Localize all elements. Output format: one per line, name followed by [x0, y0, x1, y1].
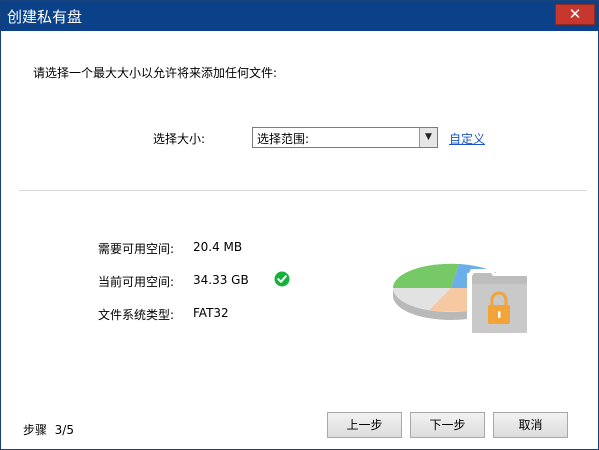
size-select-value: 选择范围: [257, 132, 310, 146]
size-label: 选择大小: [153, 132, 206, 146]
current-space-label: 当前可用空间: [98, 275, 175, 289]
chevron-down-icon[interactable]: ▼ [419, 128, 437, 147]
size-select[interactable]: 选择范围: ▼ [252, 127, 438, 148]
dialog-window: 创建私有盘 ✕ 请选择一个最大大小以允许将来添加任何文件: 选择大小: 选择范围… [0, 0, 599, 450]
filesystem-label: 文件系统类型: [98, 308, 175, 322]
step-value: 3/5 [54, 423, 74, 437]
title-bar: 创建私有盘 ✕ [1, 1, 598, 31]
filesystem-value: FAT32 [193, 306, 229, 320]
check-circle-icon [274, 271, 290, 287]
required-space-value: 20.4 MB [193, 240, 243, 254]
current-space-value: 34.33 GB [193, 273, 249, 287]
cancel-button[interactable]: 取消 [493, 412, 568, 438]
instruction-text: 请选择一个最大大小以允许将来添加任何文件: [33, 66, 278, 80]
dialog-body: 请选择一个最大大小以允许将来添加任何文件: 选择大小: 选择范围: ▼ 自定义 … [1, 31, 598, 449]
step-indicator: 步骤 3/5 [23, 421, 74, 438]
divider [19, 190, 587, 191]
window-title: 创建私有盘 [7, 8, 83, 26]
step-label: 步骤 [23, 423, 48, 437]
prev-button[interactable]: 上一步 [327, 412, 402, 438]
required-space-label: 需要可用空间: [98, 242, 175, 256]
pie-chart-lock-folder-icon [392, 263, 531, 337]
next-button[interactable]: 下一步 [410, 412, 485, 438]
close-button[interactable]: ✕ [555, 4, 595, 25]
custom-size-link[interactable]: 自定义 [449, 130, 485, 147]
close-icon: ✕ [568, 5, 582, 23]
